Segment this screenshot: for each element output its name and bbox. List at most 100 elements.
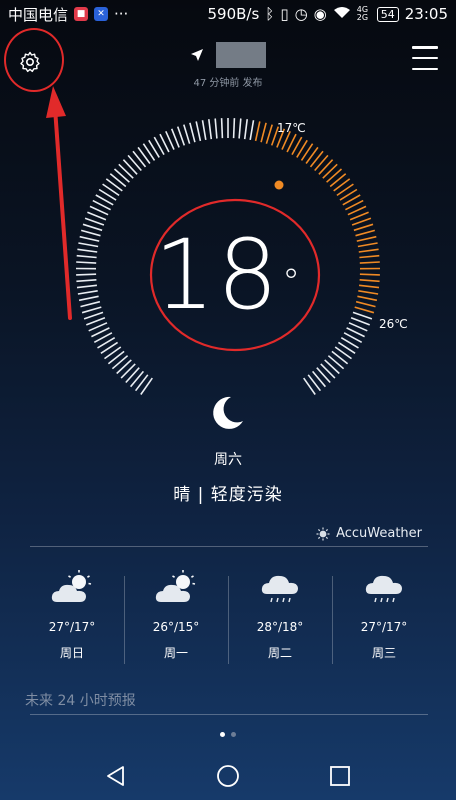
weekday-label: 周六 — [214, 452, 242, 468]
page-dot — [231, 732, 236, 737]
divider-bottom — [30, 714, 428, 715]
forecast-temp: 27°/17° — [360, 620, 408, 634]
current-position-dot — [274, 180, 284, 190]
dial-tick-active — [265, 124, 273, 144]
network-speed: 590B/s — [207, 5, 260, 23]
dial-tick — [87, 211, 107, 221]
forecast-temp: 26°/15° — [152, 620, 200, 634]
bluetooth-icon: ᛒ — [265, 5, 275, 23]
forecast-temp: 27°/17° — [48, 620, 96, 634]
dial-tick — [243, 119, 248, 140]
dial-tick — [84, 217, 105, 226]
temperature-value: 18 — [153, 219, 281, 331]
dial-tick — [249, 120, 255, 141]
hourly-forecast-link[interactable]: 未来 24 小时预报 — [25, 690, 136, 710]
dial-tick-active — [318, 159, 334, 175]
city-name-redacted — [216, 42, 266, 68]
temperature-unit: ° — [282, 262, 303, 303]
forecast-day[interactable]: 27°/17° 周三 — [332, 566, 436, 666]
partly-cloudy-icon — [51, 570, 92, 602]
dial-tick — [116, 359, 132, 375]
location-arrow-icon — [191, 49, 203, 61]
dial-tick — [327, 355, 345, 370]
dial-tick — [127, 154, 142, 172]
dial-tick — [122, 159, 138, 175]
dial-tick — [189, 122, 196, 143]
publish-time: 47 分钟前 发布 — [193, 78, 263, 89]
weather-condition: 晴 | 轻度污染 — [173, 485, 283, 505]
rain-icon — [365, 575, 402, 603]
navigation-bar — [0, 752, 456, 800]
location-row[interactable] — [0, 42, 456, 68]
notification-app-icon: ■ — [74, 7, 89, 21]
dial-label-start: 17℃ — [277, 121, 306, 135]
home-icon[interactable] — [215, 763, 241, 789]
status-bar: 中国电信 ■ ✕ ··· 590B/s ᛒ ▯ ◷ ◉ 4G 2G 54 23:… — [0, 0, 456, 28]
moon-icon — [213, 396, 243, 429]
menu-icon-bar — [412, 56, 438, 60]
dial-tick — [316, 367, 331, 384]
menu-icon-bar — [412, 67, 438, 70]
dial-tick-active — [351, 217, 372, 226]
wifi-icon — [333, 5, 351, 23]
menu-button[interactable] — [412, 46, 438, 70]
cell-signal-label: 4G 2G — [356, 5, 369, 22]
clock: 23:05 — [404, 5, 448, 23]
dial-tick — [183, 124, 191, 144]
carrier-label: 中国电信 — [8, 5, 69, 24]
vibrate-icon: ▯ — [280, 5, 289, 23]
dial-tick — [320, 363, 336, 379]
dial-tick — [176, 126, 186, 146]
dial-tick — [324, 359, 340, 375]
dial-tick — [208, 119, 213, 140]
rain-icon — [261, 575, 298, 603]
running-app-icon: ✕ — [94, 7, 109, 21]
dial-tick — [214, 118, 218, 139]
more-notifications-icon: ··· — [114, 5, 129, 23]
forecast-day-name: 周日 — [59, 646, 84, 660]
dial-tick — [195, 121, 202, 142]
forecast-day[interactable]: 27°/17° 周日 — [20, 566, 124, 666]
top-bar: 47 分钟前 发布 — [0, 30, 456, 90]
dial-tick-active — [254, 121, 261, 142]
alarm-icon: ◷ — [294, 5, 308, 23]
recents-icon[interactable] — [327, 763, 353, 789]
sun-logo-icon — [316, 527, 330, 540]
dial-tick — [129, 370, 145, 388]
provider-badge[interactable]: AccuWeather — [316, 526, 422, 541]
dial-tick-active — [326, 168, 343, 183]
dial-tick — [111, 355, 129, 370]
dial-tick — [118, 163, 134, 179]
dial-tick-active — [260, 122, 267, 143]
dial-tick — [125, 367, 140, 384]
menu-icon-bar — [412, 46, 438, 49]
provider-name: AccuWeather — [336, 526, 422, 541]
page-dot-active — [220, 732, 225, 737]
forecast-day-name: 周二 — [267, 646, 292, 660]
forecast-day-name: 周一 — [163, 646, 188, 660]
forecast-row: 27°/17° 周日 26°/15° 周一 28°/18° 周二 27°/17°… — [20, 566, 436, 666]
forecast-day[interactable]: 28°/18° 周二 — [228, 566, 332, 666]
divider-top — [30, 546, 428, 547]
dial-tick-active — [349, 211, 369, 221]
page-indicator — [0, 732, 456, 737]
dial-tick-active — [322, 163, 338, 179]
dial-tick — [113, 168, 130, 183]
dial-tick-active — [314, 154, 329, 172]
eye-comfort-icon: ◉ — [313, 5, 327, 23]
back-icon[interactable] — [103, 763, 129, 789]
dial-tick — [311, 370, 327, 388]
current-temperature: 18° — [0, 225, 456, 325]
forecast-day-name: 周三 — [371, 646, 396, 660]
forecast-temp: 28°/18° — [256, 620, 304, 634]
dial-tick — [170, 128, 180, 148]
dial-tick — [220, 118, 224, 139]
dial-tick — [201, 120, 207, 141]
dial-tick — [120, 363, 136, 379]
partly-cloudy-icon — [155, 570, 196, 602]
dial-tick — [232, 118, 236, 139]
battery-indicator: 54 — [376, 6, 399, 22]
forecast-day[interactable]: 26°/15° 周一 — [124, 566, 228, 666]
dial-tick — [238, 118, 242, 139]
annotation-circle-settings — [4, 28, 64, 92]
